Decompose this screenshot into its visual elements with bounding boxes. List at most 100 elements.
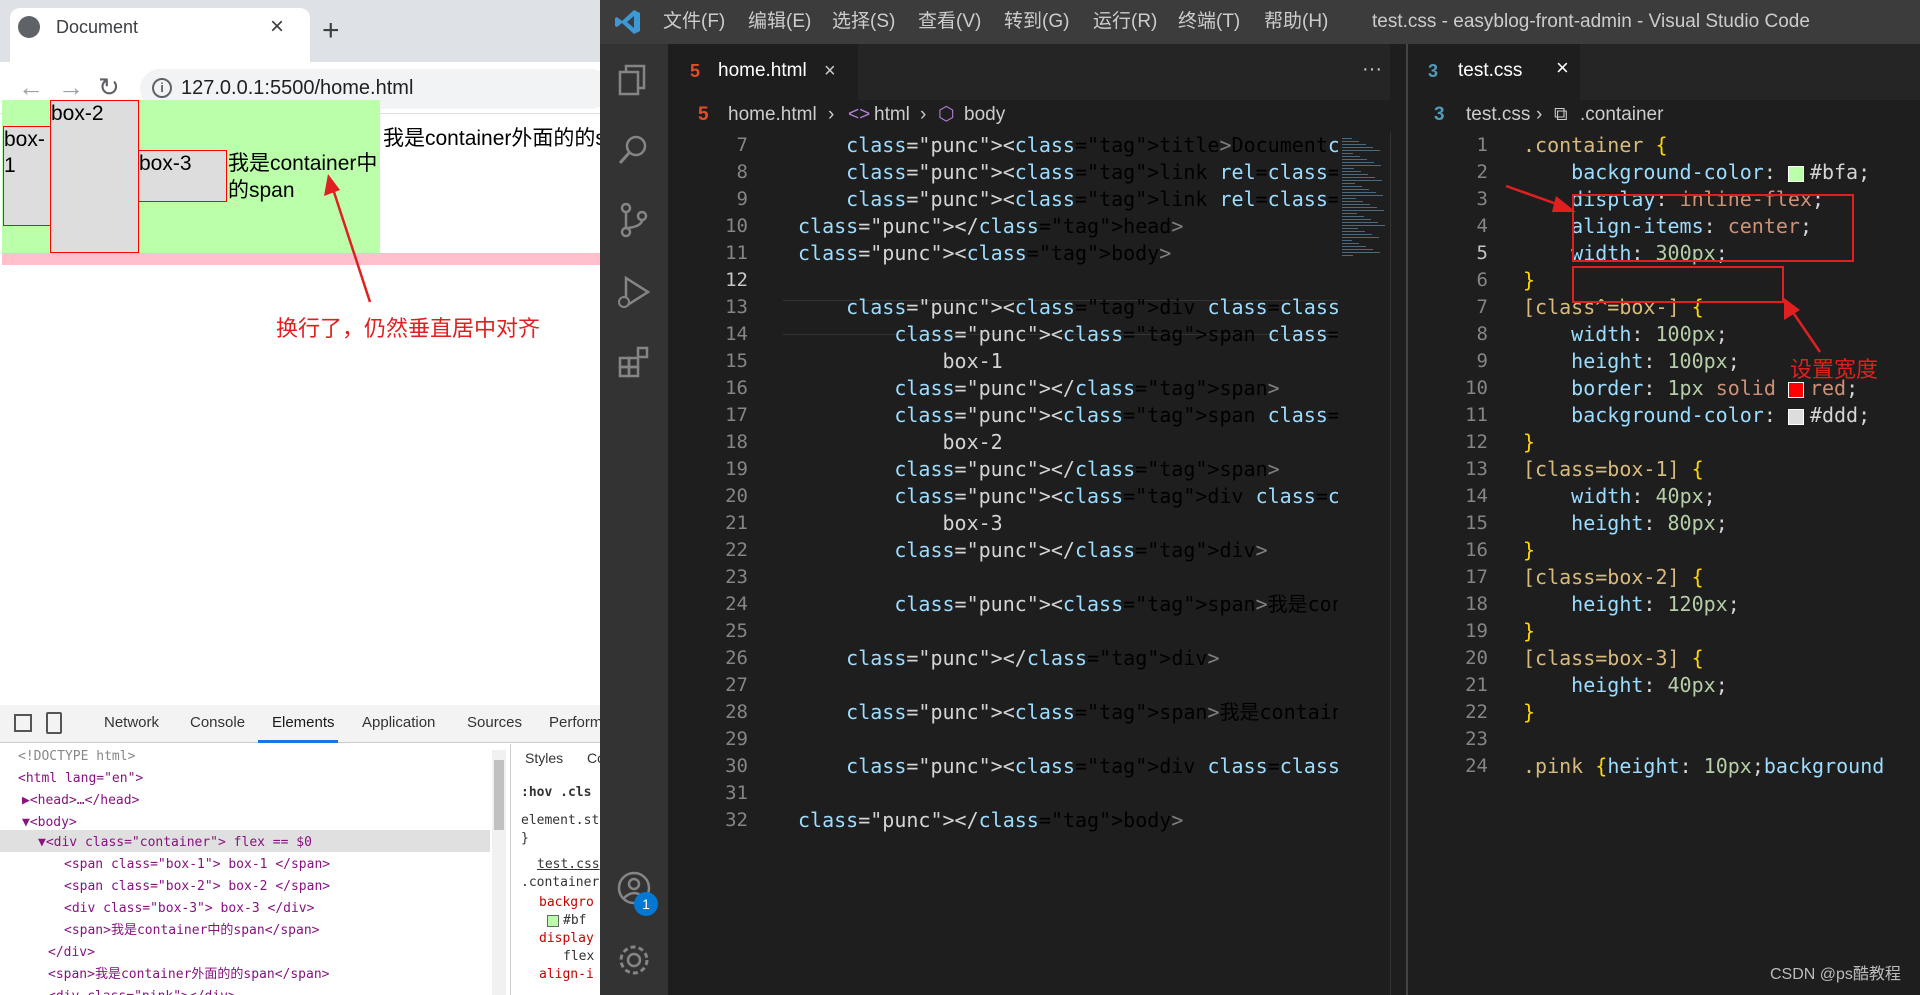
reload-button[interactable]: ↻ xyxy=(98,72,120,102)
code-line[interactable]: class="punc"><class="tag">body> xyxy=(798,240,1171,267)
code-line[interactable]: class="punc"><class="tag">title>Document… xyxy=(798,132,1338,159)
computed-tab[interactable]: Co xyxy=(587,750,600,766)
minimap-line xyxy=(1342,213,1357,214)
code-line[interactable]: class="punc"><class="tag">span class=cla… xyxy=(798,321,1338,348)
devtools-tab-sources[interactable]: Sources xyxy=(467,712,522,734)
code-line[interactable]: height: 40px; xyxy=(1523,672,1728,699)
browser-tab[interactable] xyxy=(10,8,310,62)
devtools-tab-network[interactable]: Network xyxy=(104,712,159,734)
menu-view[interactable]: 查看(V) xyxy=(918,10,981,34)
new-tab-button[interactable]: + xyxy=(322,16,340,46)
code-line[interactable]: class="punc"></class="tag">body> xyxy=(798,807,1183,834)
extensions-icon[interactable] xyxy=(614,342,654,382)
code-line[interactable]: class="punc"></class="tag">div> xyxy=(798,645,1219,672)
code-line[interactable]: class="punc"><class="tag">span>我是contain… xyxy=(798,591,1338,618)
close-icon[interactable]: × xyxy=(1556,55,1569,81)
run-debug-icon[interactable] xyxy=(614,272,654,312)
tab-close-icon[interactable]: × xyxy=(270,12,284,42)
accounts-badge: 1 xyxy=(634,892,658,916)
minimap[interactable] xyxy=(1338,132,1390,995)
color-swatch[interactable] xyxy=(547,915,559,927)
menu-selection[interactable]: 选择(S) xyxy=(832,10,895,34)
menu-run[interactable]: 运行(R) xyxy=(1093,10,1157,34)
code-line[interactable]: class="punc"></class="tag">div> xyxy=(798,537,1267,564)
code-line[interactable]: class="punc"><class="tag">span class=cla… xyxy=(798,402,1338,429)
code-line[interactable]: .pink {height: 10px;background xyxy=(1523,753,1884,780)
code-line[interactable]: } xyxy=(1523,699,1535,726)
explorer-icon[interactable] xyxy=(614,60,654,100)
code-editor-html[interactable]: 7 class="punc"><class="tag">title>Docume… xyxy=(668,132,1338,995)
code-line[interactable]: height: 120px; xyxy=(1523,591,1740,618)
dom-line[interactable]: <span class="box-1"> box-1 </span> xyxy=(64,854,330,876)
code-line[interactable]: height: 100px; xyxy=(1523,348,1740,375)
devtools-tab-application[interactable]: Application xyxy=(362,712,435,734)
code-line[interactable]: width: 100px; xyxy=(1523,321,1728,348)
code-line[interactable]: background-color: #ddd; xyxy=(1523,402,1870,429)
dom-line[interactable]: <span>我是container外面的的span</span> xyxy=(48,964,330,986)
dom-scrollbar-thumb[interactable] xyxy=(494,760,504,830)
dom-line[interactable]: <span>我是container中的span</span> xyxy=(64,920,320,942)
menu-edit[interactable]: 编辑(E) xyxy=(748,10,811,34)
forward-button[interactable]: → xyxy=(58,72,84,102)
dom-line[interactable]: <html lang="en"> xyxy=(18,768,143,790)
inspect-icon[interactable] xyxy=(14,714,32,732)
source-control-icon[interactable] xyxy=(614,200,654,240)
line-number: 1 xyxy=(1476,134,1488,156)
dom-line[interactable]: ▼<body> xyxy=(22,812,77,834)
settings-gear-icon[interactable] xyxy=(614,940,654,980)
code-line[interactable]: } xyxy=(1523,618,1535,645)
devtools-tab-elements[interactable]: Elements xyxy=(272,712,335,734)
styles-tab[interactable]: Styles xyxy=(525,750,563,766)
code-line[interactable]: class="punc"><class="tag">div class=clas… xyxy=(798,483,1338,510)
menu-help[interactable]: 帮助(H) xyxy=(1264,10,1328,34)
code-line[interactable]: class="punc"></class="tag">span> xyxy=(798,375,1279,402)
close-icon[interactable]: × xyxy=(824,58,836,84)
line-number: 14 xyxy=(1465,485,1488,507)
back-button[interactable]: ← xyxy=(18,72,44,102)
code-line[interactable]: width: 40px; xyxy=(1523,483,1716,510)
menu-go[interactable]: 转到(G) xyxy=(1004,10,1069,34)
more-actions-icon[interactable]: ··· xyxy=(1362,56,1382,82)
code-line[interactable]: } xyxy=(1523,429,1535,456)
device-toolbar-icon[interactable] xyxy=(46,712,62,734)
dom-line[interactable]: <div class="pink"></div> xyxy=(48,986,236,995)
dom-line[interactable]: ▶<head>…</head> xyxy=(22,790,139,812)
code-line[interactable]: class="punc"></class="tag">head> xyxy=(798,213,1183,240)
devtools-tab-console[interactable]: Console xyxy=(190,712,245,734)
dom-line-selected[interactable]: ▼<div class="container"> flex == $0 xyxy=(38,832,312,854)
devtools-tab-performance[interactable]: Perform xyxy=(549,712,602,734)
code-line[interactable]: class="punc"><class="tag">link rel=class… xyxy=(798,186,1338,213)
code-line[interactable]: [class=box-2] { xyxy=(1523,564,1704,591)
line-number: 15 xyxy=(725,350,748,372)
menu-file[interactable]: 文件(F) xyxy=(663,10,725,34)
code-line[interactable]: class="punc"><class="tag">div class=clas… xyxy=(798,753,1338,780)
breadcrumb-item[interactable]: test.css xyxy=(1466,102,1530,128)
search-icon[interactable] xyxy=(614,130,654,170)
code-line[interactable]: class="punc"><class="tag">span>我是contain… xyxy=(798,699,1338,726)
code-line[interactable]: box-1 xyxy=(798,348,1002,375)
code-line[interactable]: .container { xyxy=(1523,132,1668,159)
breadcrumb-item[interactable]: .container xyxy=(1580,102,1663,128)
info-icon[interactable]: i xyxy=(152,78,172,98)
code-line[interactable]: } xyxy=(1523,537,1535,564)
code-line[interactable]: class="punc"></class="tag">span> xyxy=(798,456,1279,483)
dom-line[interactable]: <div class="box-3"> box-3 </div> xyxy=(64,898,314,920)
code-line[interactable]: box-3 xyxy=(798,510,1002,537)
dom-line[interactable]: <!DOCTYPE html> xyxy=(18,746,135,768)
editor-scrollbar[interactable] xyxy=(1390,132,1404,995)
code-line[interactable]: class="punc"><class="tag">link rel=class… xyxy=(798,159,1338,186)
dom-line[interactable]: <span class="box-2"> box-2 </span> xyxy=(64,876,330,898)
code-line[interactable]: box-2 xyxy=(798,429,1002,456)
code-line[interactable]: } xyxy=(1523,267,1535,294)
code-line[interactable]: [class=box-3] { xyxy=(1523,645,1704,672)
code-line[interactable]: [class=box-1] { xyxy=(1523,456,1704,483)
breadcrumb-item[interactable]: html xyxy=(874,102,910,128)
code-line[interactable]: class="punc"><class="tag">div class=clas… xyxy=(798,294,1338,321)
breadcrumb-item[interactable]: body xyxy=(964,102,1005,128)
dom-line[interactable]: </div> xyxy=(48,942,95,964)
hov-cls-toggle[interactable]: :hov .cls xyxy=(521,782,591,804)
breadcrumb-item[interactable]: home.html xyxy=(728,102,817,128)
menu-terminal[interactable]: 终端(T) xyxy=(1178,10,1240,34)
code-line[interactable]: height: 80px; xyxy=(1523,510,1728,537)
url-text[interactable]: 127.0.0.1:5500/home.html xyxy=(181,73,413,103)
